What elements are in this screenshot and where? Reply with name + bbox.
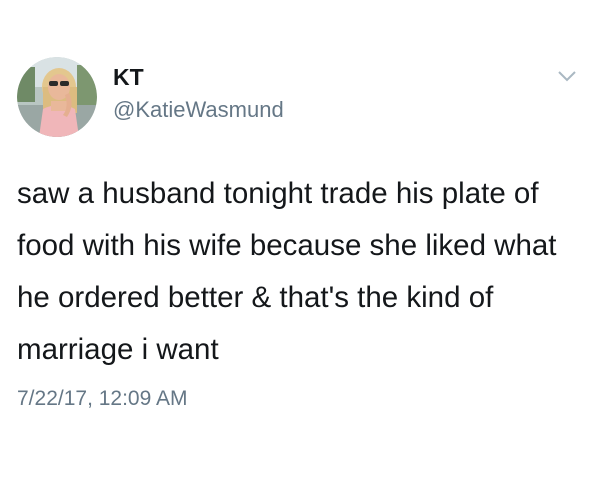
tweet-text: saw a husband tonight trade his plate of…	[17, 177, 557, 366]
tweet-card: KT @KatieWasmund saw a husband tonight t…	[0, 0, 602, 488]
avatar-photo	[17, 57, 97, 137]
tweet-timestamp[interactable]: 7/22/17, 12:09 AM	[17, 385, 187, 413]
chevron-down-icon[interactable]	[557, 69, 577, 83]
author-display-name[interactable]: KT	[113, 63, 144, 91]
avatar[interactable]	[17, 57, 97, 137]
author-handle[interactable]: @KatieWasmund	[113, 96, 284, 124]
